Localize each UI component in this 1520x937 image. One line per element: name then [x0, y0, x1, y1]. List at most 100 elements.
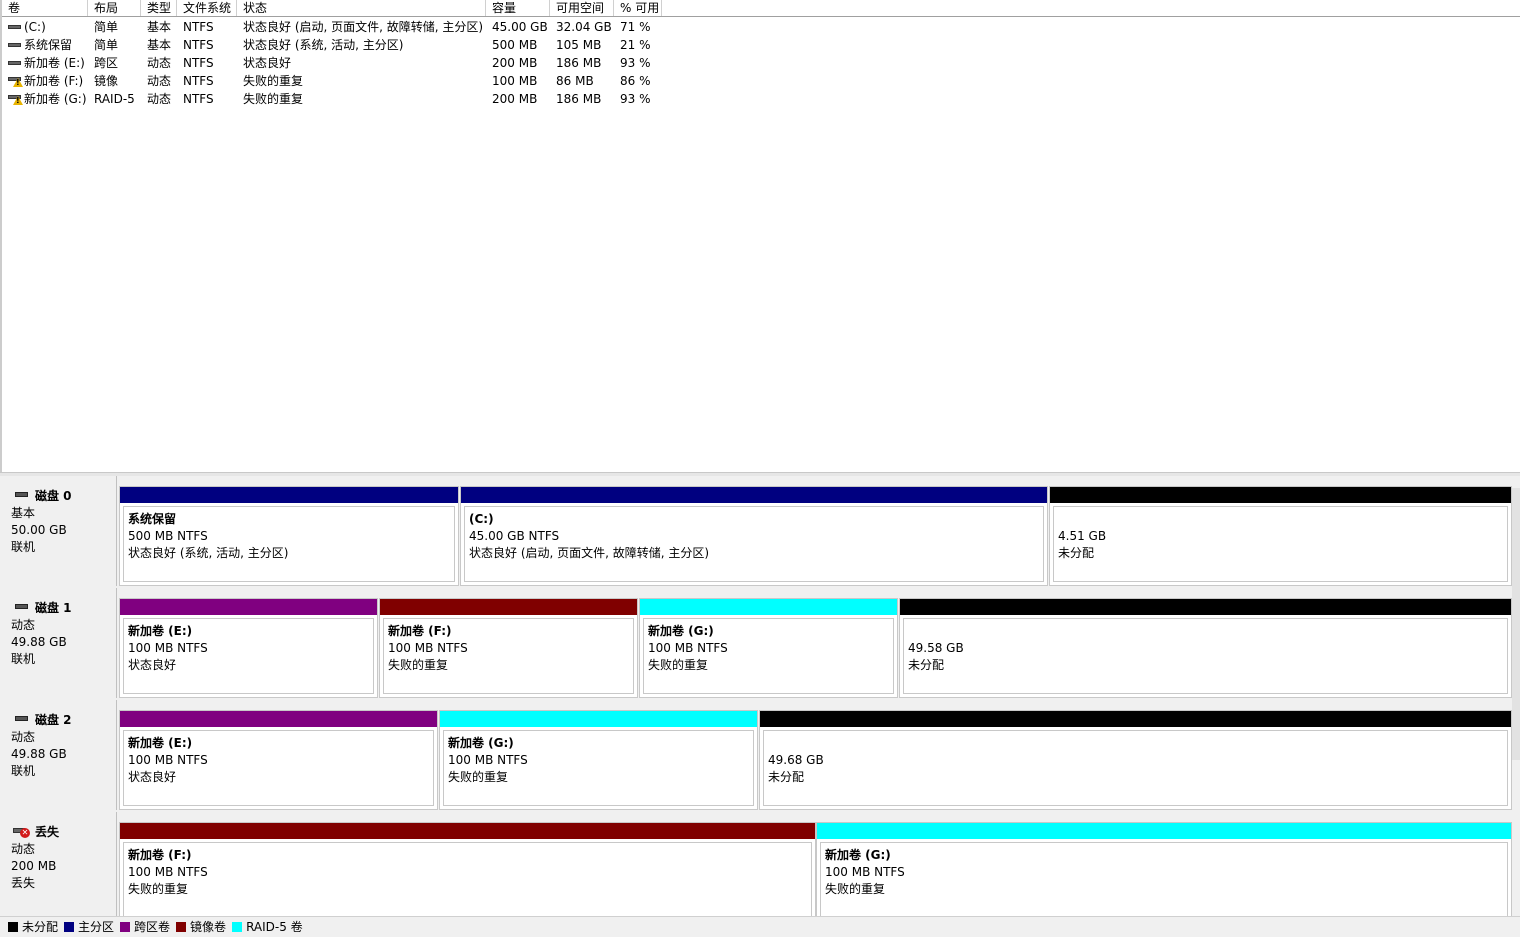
partition-color-bar: [1050, 487, 1511, 503]
disk-state: 联机: [11, 652, 36, 666]
drive-icon: [8, 41, 21, 49]
disk-state: 联机: [11, 540, 36, 554]
partition-status: 失败的重复: [128, 882, 189, 896]
partition-name: 系统保留: [128, 512, 177, 526]
volume-row[interactable]: 新加卷 (G:) RAID-5 动态 NTFS 失败的重复 200 MB 186 MB 93 …: [2, 90, 702, 108]
partition-primary[interactable]: (C:) 45.00 GB NTFS 状态良好 (启动, 页面文件, 故障转储, 主…: [460, 486, 1048, 586]
drive-icon: [8, 23, 21, 31]
disk-title-text: 丢失: [35, 825, 60, 839]
disk-state: 联机: [11, 764, 36, 778]
volume-pct: 93 %: [620, 56, 651, 70]
column-header-free[interactable]: 可用空间: [550, 0, 614, 16]
volume-fs: NTFS: [183, 92, 214, 106]
legend-item-primary: 主分区: [64, 917, 114, 937]
legend-label: 未分配: [22, 920, 59, 934]
partition-color-bar: [817, 823, 1511, 839]
volume-type: 动态: [147, 92, 172, 106]
volume-type: 基本: [147, 20, 172, 34]
volume-fs: NTFS: [183, 74, 214, 88]
disk-shape: [15, 604, 28, 609]
volume-fs: NTFS: [183, 56, 214, 70]
volume-row[interactable]: 新加卷 (E:) 跨区 动态 NTFS 状态良好 200 MB 186 MB 93 %: [2, 54, 702, 72]
partition-status: 失败的重复: [388, 658, 449, 672]
disk-type: 动态: [11, 730, 36, 744]
disk-shape: [15, 716, 28, 721]
partition-primary[interactable]: 系统保留 500 MB NTFS 状态良好 (系统, 活动, 主分区): [119, 486, 459, 586]
partition-color-bar: [120, 599, 377, 615]
disk-title-text: 磁盘 1: [35, 601, 72, 615]
disk-view-scrollbar[interactable]: [1512, 488, 1520, 760]
legend-swatch: [64, 922, 75, 932]
partition-mirror[interactable]: 新加卷 (F:) 100 MB NTFS 失败的重复: [119, 822, 816, 916]
legend-swatch: [232, 922, 243, 932]
volume-list-header: 卷布局 类型 文件系统 状态 容量 可用空间% 可用: [2, 0, 1520, 17]
volume-capacity: 45.00 GB: [492, 20, 548, 34]
column-header-capacity[interactable]: 容量: [486, 0, 550, 16]
volume-free: 186 MB: [556, 92, 602, 106]
volume-row[interactable]: (C:) 简单 基本 NTFS 状态良好 (启动, 页面文件, 故障转储, 主分区) 45…: [2, 18, 702, 36]
partition-unallocated[interactable]: 49.68 GB 未分配: [759, 710, 1512, 810]
partition-body: 新加卷 (G:) 100 MB NTFS 失败的重复: [820, 842, 1508, 916]
drive-shape: [8, 43, 21, 47]
volume-layout: 跨区: [94, 56, 119, 70]
warning-icon: [13, 96, 23, 105]
column-header-name[interactable]: 卷: [2, 0, 88, 16]
partition-body: 新加卷 (G:) 100 MB NTFS 失败的重复: [643, 618, 894, 694]
warning-icon: [13, 78, 23, 87]
volume-free: 86 MB: [556, 74, 594, 88]
volume-status: 状态良好 (系统, 活动, 主分区): [243, 38, 404, 52]
legend-item-mirror: 镜像卷: [176, 917, 226, 937]
partition-body: 新加卷 (F:) 100 MB NTFS 失败的重复: [123, 842, 812, 916]
disk-size: 50.00 GB: [11, 523, 67, 537]
volume-pct: 21 %: [620, 38, 651, 52]
column-header-layout[interactable]: 布局: [88, 0, 141, 16]
disk-graphical-view[interactable]: 磁盘 0 基本 50.00 GB 联机 系统保留 500 MB NTFS 状态良好 (系统,…: [0, 476, 1520, 916]
volume-pct: 71 %: [620, 20, 651, 34]
disk-info-panel[interactable]: 磁盘 2 动态 49.88 GB 联机: [2, 700, 117, 810]
partition-size: 49.58 GB: [908, 641, 964, 655]
partition-name: 新加卷 (F:): [128, 848, 192, 862]
partition-name: 新加卷 (E:): [128, 624, 193, 638]
volume-status: 状态良好: [243, 56, 292, 70]
column-header-type[interactable]: 类型: [141, 0, 177, 16]
volume-capacity: 500 MB: [492, 38, 538, 52]
volume-layout: RAID-5: [94, 92, 135, 106]
disk-info-panel[interactable]: 磁盘 0 基本 50.00 GB 联机: [2, 476, 117, 586]
partition-size: 100 MB NTFS: [388, 641, 468, 655]
column-header-pct[interactable]: % 可用: [614, 0, 662, 16]
disk-size: 49.88 GB: [11, 635, 67, 649]
volume-row[interactable]: 新加卷 (F:) 镜像 动态 NTFS 失败的重复 100 MB 86 MB 86 %: [2, 72, 702, 90]
partition-name: [908, 623, 1507, 640]
disk-info-panel[interactable]: 磁盘 1 动态 49.88 GB 联机: [2, 588, 117, 698]
partition-raid5[interactable]: 新加卷 (G:) 100 MB NTFS 失败的重复: [439, 710, 758, 810]
partition-raid5[interactable]: 新加卷 (G:) 100 MB NTFS 失败的重复: [816, 822, 1512, 916]
disk-info-panel[interactable]: ✕ 丢失 动态 200 MB 丢失: [2, 812, 117, 916]
partition-mirror[interactable]: 新加卷 (F:) 100 MB NTFS 失败的重复: [379, 598, 638, 698]
partition-body: 新加卷 (F:) 100 MB NTFS 失败的重复: [383, 618, 634, 694]
volume-row[interactable]: 系统保留 简单 基本 NTFS 状态良好 (系统, 活动, 主分区) 500 MB 105 …: [2, 36, 702, 54]
partition-color-bar: [120, 487, 458, 503]
column-header-fs[interactable]: 文件系统: [177, 0, 237, 16]
disk-title: 磁盘 0: [11, 488, 116, 505]
partition-size: 100 MB NTFS: [825, 865, 905, 879]
partition-spanned[interactable]: 新加卷 (E:) 100 MB NTFS 状态良好: [119, 710, 438, 810]
drive-icon: [8, 59, 21, 67]
volume-list[interactable]: 卷布局 类型 文件系统 状态 容量 可用空间% 可用 (C:) 简单 基本 NTFS 状态良好 (…: [0, 0, 1520, 472]
partition-unallocated[interactable]: 49.58 GB 未分配: [899, 598, 1512, 698]
column-header-status[interactable]: 状态: [237, 0, 486, 16]
partition-name: 新加卷 (G:): [648, 624, 714, 638]
disk-state: 丢失: [11, 876, 36, 890]
partition-unallocated[interactable]: 4.51 GB 未分配: [1049, 486, 1512, 586]
partition-spanned[interactable]: 新加卷 (E:) 100 MB NTFS 状态良好: [119, 598, 378, 698]
volume-type: 动态: [147, 56, 172, 70]
partition-raid5[interactable]: 新加卷 (G:) 100 MB NTFS 失败的重复: [639, 598, 898, 698]
partition-body: 系统保留 500 MB NTFS 状态良好 (系统, 活动, 主分区): [123, 506, 455, 582]
disk-row: 磁盘 1 动态 49.88 GB 联机 新加卷 (E:) 100 MB NTFS 状态良好新…: [0, 588, 1520, 700]
partition-status: 失败的重复: [825, 882, 886, 896]
volume-pct: 93 %: [620, 92, 651, 106]
legend-swatch: [120, 922, 131, 932]
volume-capacity: 200 MB: [492, 56, 538, 70]
partition-name: [768, 735, 1507, 752]
volume-status: 失败的重复: [243, 92, 304, 106]
volume-name: 新加卷 (G:): [24, 92, 87, 106]
